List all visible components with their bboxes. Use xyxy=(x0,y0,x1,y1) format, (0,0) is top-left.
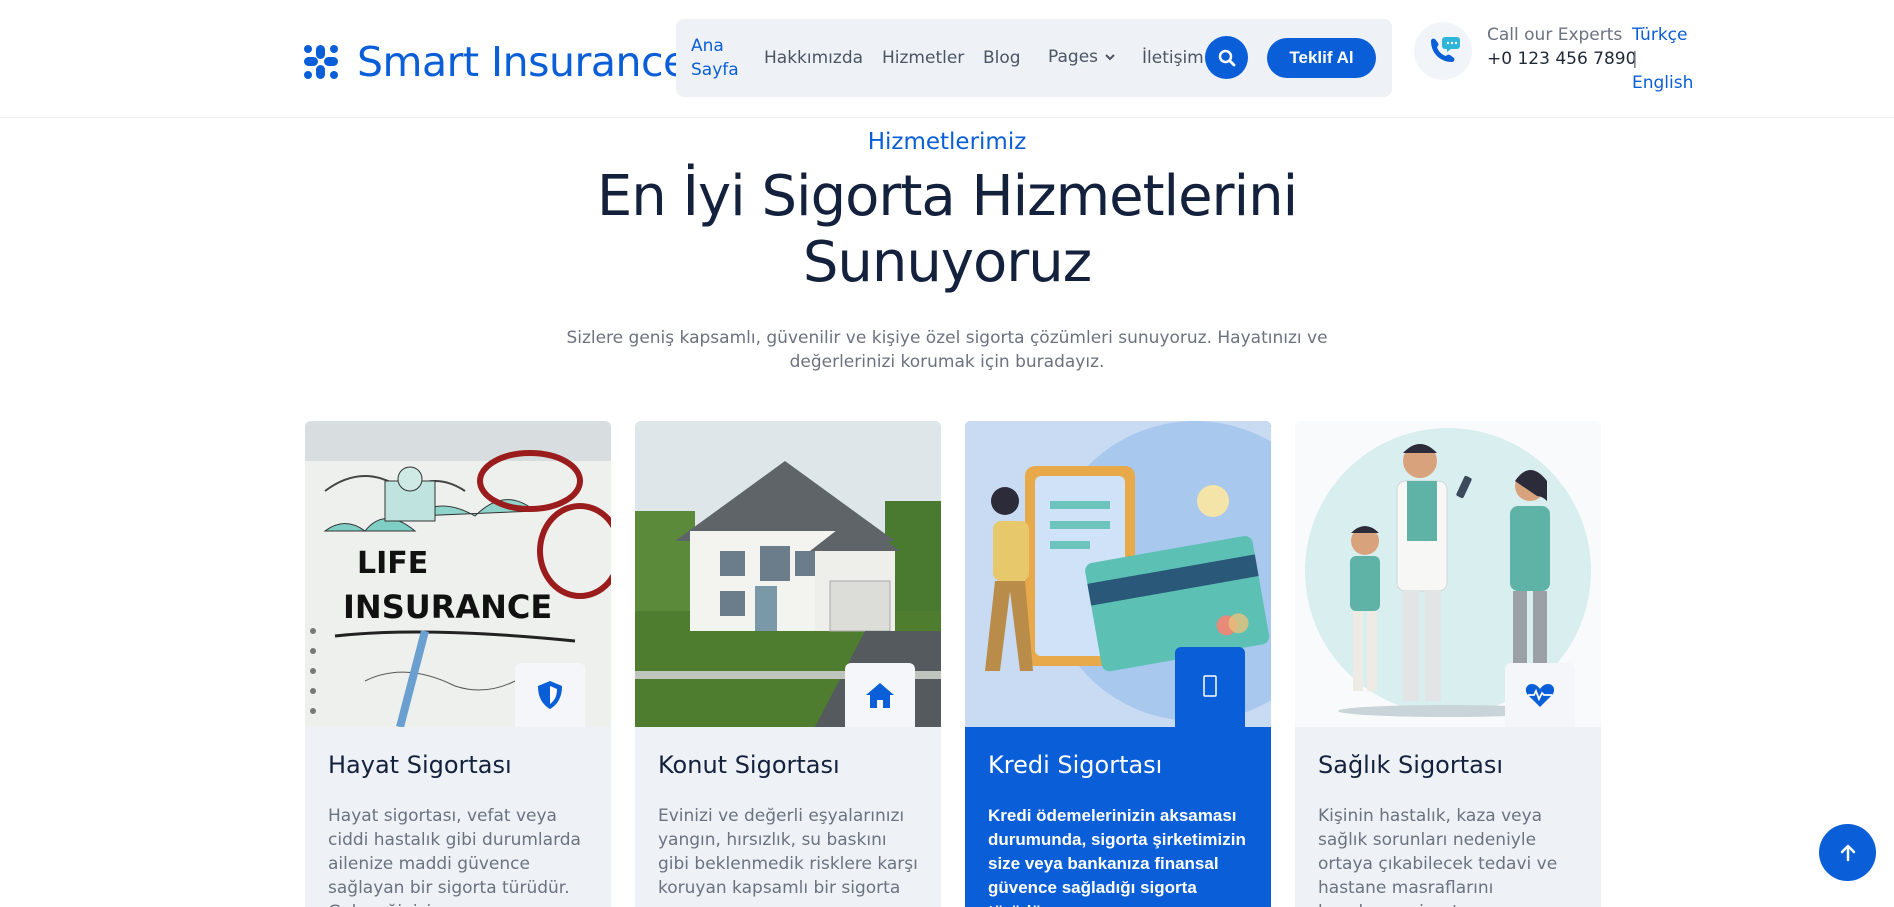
arrow-up-icon xyxy=(1840,844,1855,861)
brand-grid-icon xyxy=(304,45,338,79)
chevron-down-icon xyxy=(1105,54,1115,61)
card-icon-badge xyxy=(1505,663,1575,727)
nav-about[interactable]: Hakkımızda xyxy=(764,48,863,68)
service-card-home[interactable]: Konut Sigortası Evinizi ve değerli eşyal… xyxy=(635,421,941,907)
card-title: Konut Sigortası xyxy=(658,751,840,779)
card-icon-badge xyxy=(1175,647,1245,727)
heartbeat-icon xyxy=(1525,684,1555,707)
scroll-to-top-button[interactable] xyxy=(1819,824,1876,881)
nav-contact[interactable]: İletişim xyxy=(1142,48,1204,68)
phone-chat-icon xyxy=(1431,37,1460,62)
nav-pages-dropdown[interactable]: Pages xyxy=(1048,47,1116,67)
card-title: Kredi Sigortası xyxy=(988,751,1163,779)
section-subtitle: Sizlere geniş kapsamlı, güvenilir ve kiş… xyxy=(566,328,1328,372)
phone-badge xyxy=(1414,22,1472,80)
card-description: Hayat sigortası, vefat veya ciddi hastal… xyxy=(328,806,581,907)
card-description: Kişinin hastalık, kaza veya sağlık sorun… xyxy=(1318,806,1558,907)
svg-text:INSURANCE: INSURANCE xyxy=(343,588,552,626)
card-icon-badge xyxy=(845,663,915,727)
main-nav: Ana Sayfa Hakkımızda Hizmetler Blog Page… xyxy=(676,19,1392,97)
lang-english[interactable]: English xyxy=(1632,71,1693,95)
call-label: Call our Experts xyxy=(1487,25,1623,45)
nav-blog[interactable]: Blog xyxy=(983,48,1021,68)
mobile-icon xyxy=(1203,675,1217,697)
nav-home[interactable]: Ana Sayfa xyxy=(691,34,751,82)
card-title: Hayat Sigortası xyxy=(328,751,512,779)
language-switcher: Türkçe | English xyxy=(1632,23,1693,95)
brand-logo[interactable]: Smart Insurance xyxy=(303,38,688,86)
nav-services[interactable]: Hizmetler xyxy=(882,48,964,68)
card-description: Evinizi ve değerli eşyalarınızı yangın, … xyxy=(658,806,918,898)
service-card-life[interactable]: LIFE INSURANCE Hayat Sigortası Hayat sig… xyxy=(305,421,611,907)
service-card-health[interactable]: Sağlık Sigortası Kişinin hastalık, kaza … xyxy=(1295,421,1601,907)
site-header: Smart Insurance Ana Sayfa Hakkımızda Hiz… xyxy=(0,0,1894,118)
card-description: Kredi ödemelerinizin aksaması durumunda,… xyxy=(988,806,1246,907)
service-card-credit[interactable]: Kredi Sigortası Kredi ödemelerinizin aks… xyxy=(965,421,1271,907)
search-icon xyxy=(1218,49,1235,66)
search-button[interactable] xyxy=(1205,36,1248,79)
card-title: Sağlık Sigortası xyxy=(1318,751,1504,779)
get-quote-button[interactable]: Teklif Al xyxy=(1267,38,1376,78)
home-icon xyxy=(866,683,894,708)
card-icon-badge xyxy=(515,663,585,727)
section-eyebrow: Hizmetlerimiz xyxy=(867,129,1027,155)
brand-name: Smart Insurance xyxy=(357,38,688,86)
lang-turkish[interactable]: Türkçe xyxy=(1632,23,1693,47)
shield-icon xyxy=(538,681,562,709)
section-title: En İyi Sigorta Hizmetlerini Sunuyoruz xyxy=(596,164,1298,295)
svg-text:LIFE: LIFE xyxy=(357,546,428,581)
lang-separator: | xyxy=(1632,49,1638,69)
nav-pages-label: Pages xyxy=(1048,47,1099,67)
phone-number[interactable]: +0 123 456 7890 xyxy=(1487,49,1636,69)
